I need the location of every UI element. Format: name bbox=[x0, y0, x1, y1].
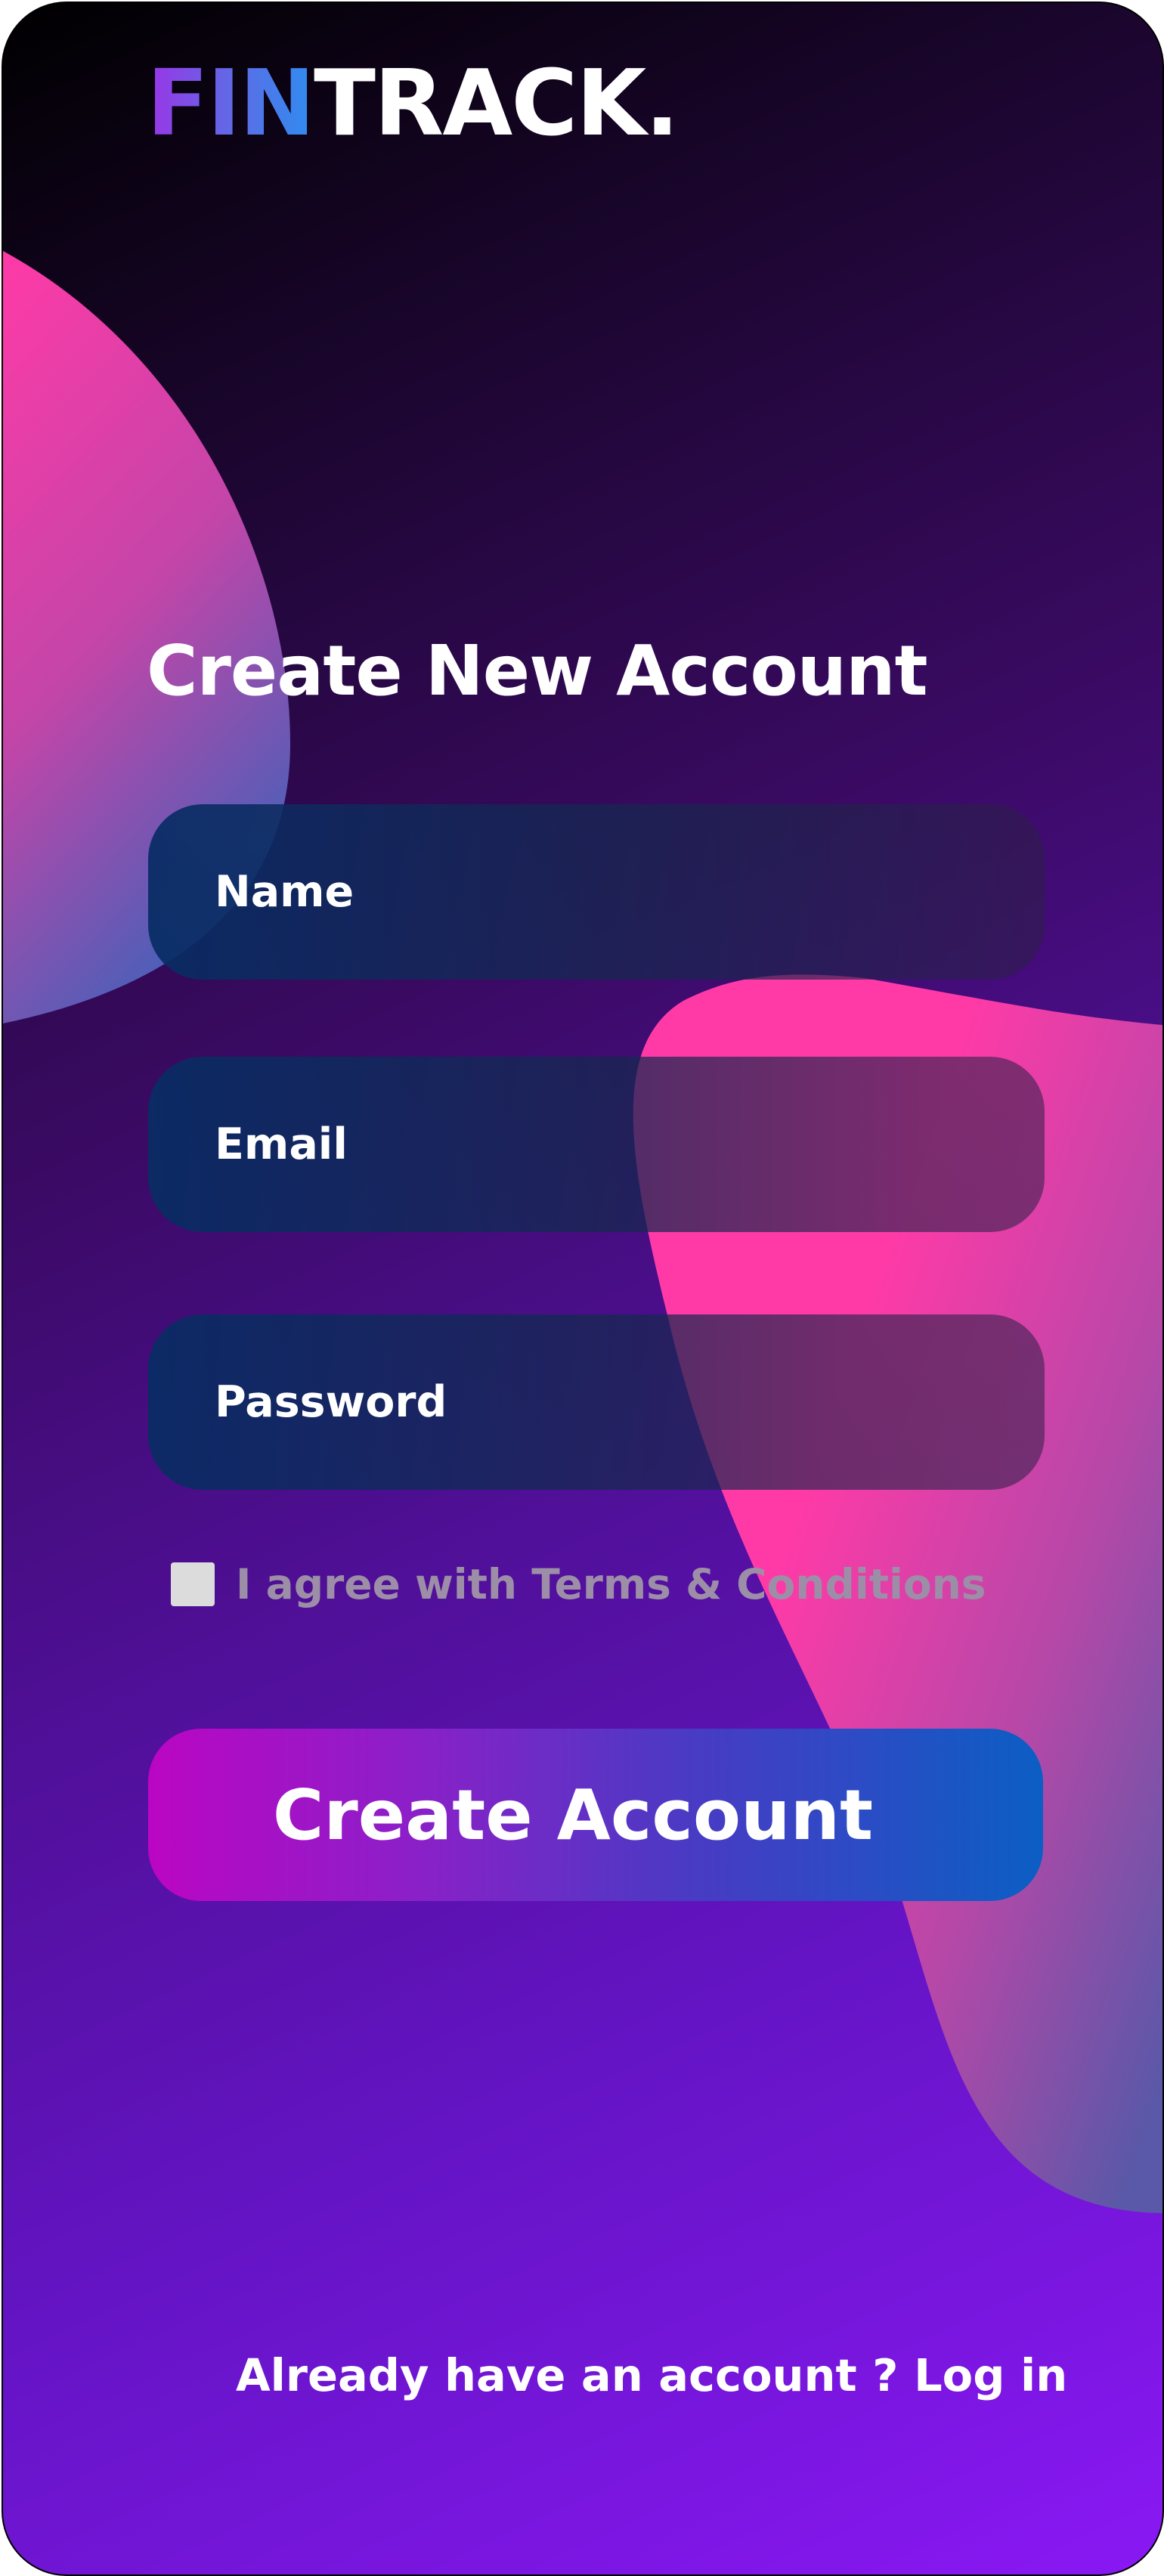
signup-screen: FINTRACK. Create New Account Name Email … bbox=[2, 2, 1164, 2576]
email-field-placeholder: Email bbox=[215, 1119, 348, 1169]
create-account-button[interactable]: Create Account bbox=[148, 1729, 1043, 1901]
page-title: Create New Account bbox=[147, 630, 928, 711]
password-field-placeholder: Password bbox=[215, 1377, 447, 1427]
logo-fin-text: FIN bbox=[147, 51, 315, 156]
name-field[interactable]: Name bbox=[148, 804, 1045, 980]
terms-checkbox[interactable] bbox=[171, 1562, 215, 1606]
app-logo: FINTRACK. bbox=[147, 59, 680, 150]
terms-label[interactable]: I agree with Terms & Conditions bbox=[236, 1560, 986, 1608]
login-prompt-text: Already have an account ? bbox=[236, 2349, 899, 2401]
password-field[interactable]: Password bbox=[148, 1314, 1045, 1490]
login-link[interactable]: Log in bbox=[914, 2349, 1067, 2401]
login-prompt: Already have an account ? Log in bbox=[236, 2349, 1067, 2401]
logo-track-text: TRACK. bbox=[314, 51, 680, 156]
terms-agreement: I agree with Terms & Conditions bbox=[171, 1560, 986, 1608]
decorative-blobs bbox=[3, 251, 1162, 2213]
create-account-button-label: Create Account bbox=[272, 1774, 874, 1856]
name-field-placeholder: Name bbox=[215, 867, 354, 917]
email-field[interactable]: Email bbox=[148, 1057, 1045, 1232]
